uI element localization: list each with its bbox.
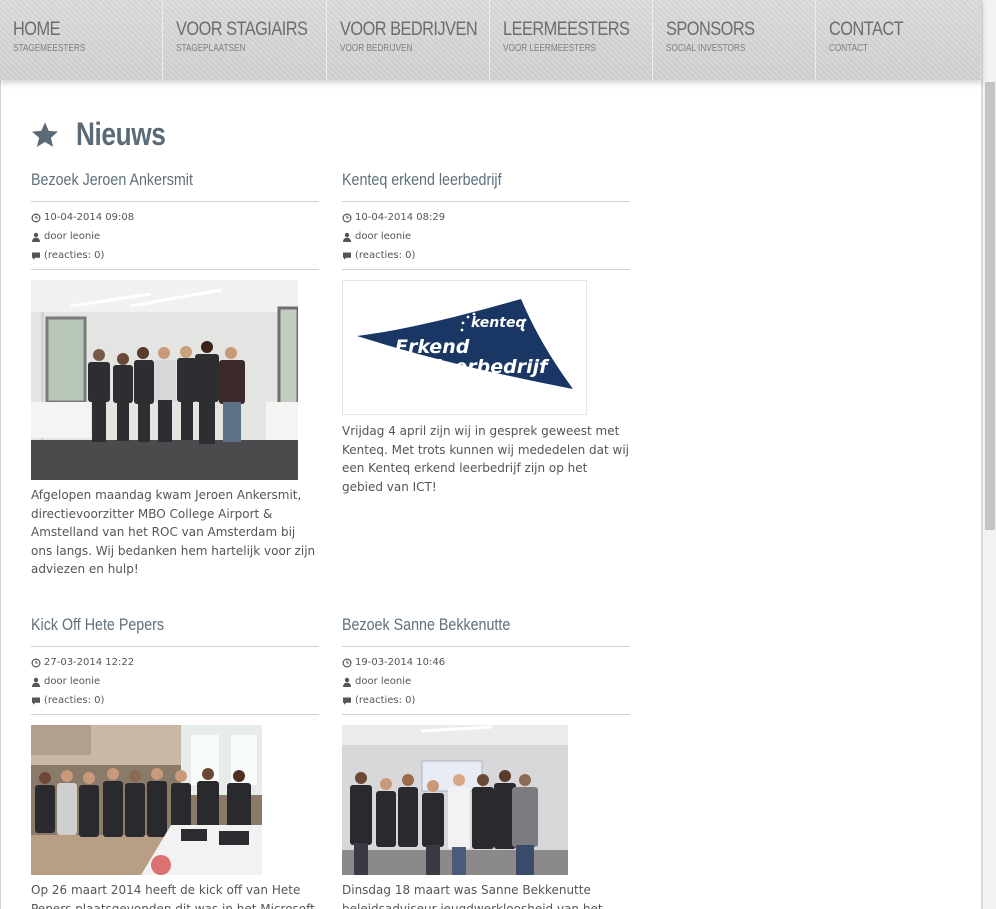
nav-item-subtitle: STAGEMEESTERS xyxy=(13,43,86,54)
news-article: Bezoek Jeroen Ankersmit 10-04-2014 09:08… xyxy=(31,169,319,579)
nav-item-title: CONTACT xyxy=(829,19,904,40)
news-article: Kenteq erkend leerbedrijf 10-04-2014 08:… xyxy=(342,169,630,496)
article-author-text: door leonie xyxy=(355,676,412,687)
article-meta: 19-03-2014 10:46 door leonie (reacties: … xyxy=(342,647,630,714)
comment-icon xyxy=(342,696,352,706)
article-author-text: door leonie xyxy=(44,676,101,687)
vertical-scrollbar[interactable] xyxy=(982,0,996,909)
article-author: door leonie xyxy=(31,672,319,691)
article-meta: 10-04-2014 09:08 door leonie (reacties: … xyxy=(31,202,319,269)
kenteq-logo: kenteq Erkend leerbedrijf xyxy=(342,280,587,415)
article-meta: 10-04-2014 08:29 door leonie (reacties: … xyxy=(342,202,630,269)
article-title[interactable]: Bezoek Sanne Bekkenutte xyxy=(342,614,584,636)
article-photo xyxy=(31,280,298,480)
nav-item-title: SPONSORS xyxy=(666,19,755,40)
kenteq-brand: kenteq xyxy=(471,315,525,331)
nav-item-subtitle: CONTACT xyxy=(829,43,869,54)
article-date-text: 10-04-2014 08:29 xyxy=(355,212,446,223)
kenteq-line1: Erkend xyxy=(395,336,470,358)
user-icon xyxy=(31,677,41,687)
article-author-text: door leonie xyxy=(355,231,412,242)
nav-item-sponsors[interactable]: SPONSORS SOCIAL INVESTORS xyxy=(653,0,817,80)
scrollbar-thumb[interactable] xyxy=(985,82,995,530)
article-text: Vrijdag 4 april zijn wij in gesprek gewe… xyxy=(342,424,630,494)
page-heading: Nieuws xyxy=(30,116,185,153)
article-date-text: 19-03-2014 10:46 xyxy=(355,657,446,668)
article-comments-text: (reacties: 0) xyxy=(44,250,105,261)
clock-icon xyxy=(31,212,41,223)
nav-item-subtitle: STAGEPLAATSEN xyxy=(176,43,246,54)
nav-item-voor-stagiairs[interactable]: VOOR STAGIAIRS STAGEPLAATSEN xyxy=(163,0,327,80)
article-author: door leonie xyxy=(342,672,630,691)
clock-icon xyxy=(31,657,41,668)
news-article: Bezoek Sanne Bekkenutte 19-03-2014 10:46… xyxy=(342,614,630,909)
comment-icon xyxy=(31,696,41,706)
article-text: Op 26 maart 2014 heeft de kick off van H… xyxy=(31,883,315,909)
article-photo xyxy=(31,725,262,875)
divider xyxy=(342,714,630,715)
article-title[interactable]: Kick Off Hete Pepers xyxy=(31,614,273,636)
article-date: 27-03-2014 12:22 xyxy=(31,653,319,672)
article-date: 10-04-2014 09:08 xyxy=(31,208,319,227)
nav-item-leermeesters[interactable]: LEERMEESTERS VOOR LEERMEESTERS xyxy=(490,0,654,80)
article-text: Dinsdag 18 maart was Sanne Bekkenutte be… xyxy=(342,883,603,909)
main-navigation: HOME STAGEMEESTERS VOOR STAGIAIRS STAGEP… xyxy=(0,0,982,80)
article-author: door leonie xyxy=(31,227,319,246)
article-text: Afgelopen maandag kwam Jeroen Ankersmit,… xyxy=(31,488,316,576)
page-title: Nieuws xyxy=(76,116,166,152)
article-comments-text: (reacties: 0) xyxy=(44,695,105,706)
article-author-text: door leonie xyxy=(44,231,101,242)
nav-item-title: HOME xyxy=(13,19,60,40)
nav-item-subtitle: SOCIAL INVESTORS xyxy=(666,43,746,54)
user-icon xyxy=(342,232,352,242)
nav-item-subtitle: VOOR BEDRIJVEN xyxy=(339,43,413,54)
article-comments[interactable]: (reacties: 0) xyxy=(31,246,319,265)
nav-item-title: VOOR STAGIAIRS xyxy=(176,19,308,40)
article-comments-text: (reacties: 0) xyxy=(355,250,416,261)
article-author: door leonie xyxy=(342,227,630,246)
article-date-text: 27-03-2014 12:22 xyxy=(44,657,135,668)
nav-item-title: VOOR BEDRIJVEN xyxy=(339,19,478,40)
divider xyxy=(342,269,630,270)
article-title[interactable]: Bezoek Jeroen Ankersmit xyxy=(31,169,273,191)
nav-item-contact[interactable]: CONTACT CONTACT xyxy=(816,0,980,80)
comment-icon xyxy=(31,251,41,261)
nav-item-voor-bedrijven[interactable]: VOOR BEDRIJVEN VOOR BEDRIJVEN xyxy=(327,0,490,80)
clock-icon xyxy=(342,212,352,223)
article-photo xyxy=(342,725,568,875)
article-date: 10-04-2014 08:29 xyxy=(342,208,630,227)
comment-icon xyxy=(342,251,352,261)
nav-item-title: LEERMEESTERS xyxy=(502,19,630,40)
user-icon xyxy=(342,677,352,687)
article-comments[interactable]: (reacties: 0) xyxy=(342,691,630,710)
divider xyxy=(31,714,319,715)
clock-icon xyxy=(342,657,352,668)
article-meta: 27-03-2014 12:22 door leonie (reacties: … xyxy=(31,647,319,714)
star-icon xyxy=(30,120,60,150)
article-date: 19-03-2014 10:46 xyxy=(342,653,630,672)
user-icon xyxy=(31,232,41,242)
nav-item-subtitle: VOOR LEERMEESTERS xyxy=(502,43,596,54)
nav-item-home[interactable]: HOME STAGEMEESTERS xyxy=(0,0,164,80)
article-title[interactable]: Kenteq erkend leerbedrijf xyxy=(342,169,584,191)
news-article: Kick Off Hete Pepers 27-03-2014 12:22 do… xyxy=(31,614,319,909)
article-comments-text: (reacties: 0) xyxy=(355,695,416,706)
kenteq-line2: leerbedrijf xyxy=(435,356,550,378)
divider xyxy=(31,269,319,270)
article-comments[interactable]: (reacties: 0) xyxy=(31,691,319,710)
article-date-text: 10-04-2014 09:08 xyxy=(44,212,135,223)
article-comments[interactable]: (reacties: 0) xyxy=(342,246,630,265)
